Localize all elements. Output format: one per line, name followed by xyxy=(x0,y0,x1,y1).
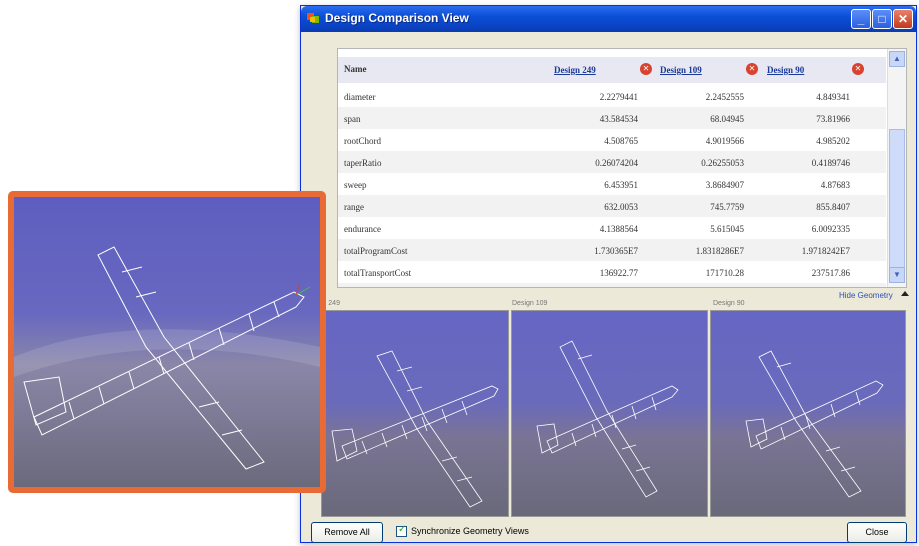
row-value: 2.2452555 xyxy=(705,92,744,102)
table-row: totalMissionCost27595.9433377.5435810.73… xyxy=(338,283,886,287)
table-row: taperRatio 0.26074204 0.26255053 0.4189746 xyxy=(338,151,886,173)
row-name: totalTransportCost xyxy=(344,268,412,278)
row-name: span xyxy=(344,114,361,124)
minimize-button[interactable]: _ xyxy=(851,9,871,29)
row-value: 745.7759 xyxy=(710,202,744,212)
scroll-up-icon[interactable]: ▲ xyxy=(889,51,905,67)
row-value: 0.26255053 xyxy=(701,158,744,168)
row-name: totalProgramCost xyxy=(344,246,408,256)
maximize-button[interactable]: □ xyxy=(872,9,892,29)
row-name: range xyxy=(344,202,364,212)
table-row: sweep 6.453951 3.8684907 4.87683 xyxy=(338,173,886,195)
viewport-label-design-90: Design 90 xyxy=(713,300,745,307)
aircraft-wireframe-icon xyxy=(14,246,320,470)
geometry-view-design-249[interactable] xyxy=(321,310,509,517)
row-value: 237517.86 xyxy=(811,268,850,278)
collapse-arrow-icon[interactable] xyxy=(901,291,909,296)
row-value: 5.615045 xyxy=(710,224,744,234)
row-name: diameter xyxy=(344,92,376,102)
row-value: 4.985202 xyxy=(816,136,850,146)
row-value: 4.87683 xyxy=(820,180,850,190)
maximize-icon: □ xyxy=(878,12,886,26)
table-row: range 632.0053 745.7759 855.8407 xyxy=(338,195,886,217)
row-value: 0.26074204 xyxy=(595,158,638,168)
table-scrollbar[interactable]: ▲ ▼ xyxy=(887,49,906,287)
table-row: diameter 2.2279441 2.2452555 4.849341 xyxy=(338,85,886,107)
row-value: 1.730365E7 xyxy=(594,246,638,256)
row-value: 73.81966 xyxy=(816,114,850,124)
row-name: endurance xyxy=(344,224,381,234)
design-90-column-header[interactable]: Design 90 xyxy=(767,65,804,75)
viewport-label-design-109: Design 109 xyxy=(512,300,548,307)
row-value: 68.04945 xyxy=(710,114,744,124)
synchronize-geometry-checkbox[interactable]: ✓ xyxy=(396,524,407,537)
table-row: endurance 4.1388564 5.615045 6.0092335 xyxy=(338,217,886,239)
app-icon xyxy=(307,13,319,23)
row-value: 632.0053 xyxy=(604,202,638,212)
scroll-down-icon[interactable]: ▼ xyxy=(889,267,905,283)
row-name: rootChord xyxy=(344,136,381,146)
design-249-column-header[interactable]: Design 249 xyxy=(554,65,596,75)
table-row: span 43.584534 68.04945 73.81966 xyxy=(338,107,886,129)
row-value: 171710.28 xyxy=(705,268,744,278)
row-value: 4.1388564 xyxy=(599,224,638,234)
table-row: rootChord 4.508765 4.9019566 4.985202 xyxy=(338,129,886,151)
remove-all-button[interactable]: Remove All xyxy=(311,522,383,543)
aircraft-wireframe-icon xyxy=(536,340,679,498)
row-name: taperRatio xyxy=(344,158,382,168)
remove-design-249-icon[interactable]: ✕ xyxy=(640,63,652,75)
synchronize-geometry-label: Synchronize Geometry Views xyxy=(411,526,529,536)
close-icon: ✕ xyxy=(897,12,909,26)
remove-design-109-icon[interactable]: ✕ xyxy=(746,63,758,75)
scrollbar-thumb[interactable] xyxy=(889,129,905,279)
row-value: 4.849341 xyxy=(816,92,850,102)
table-row: totalProgramCost 1.730365E7 1.8318286E7 1.9… xyxy=(338,239,886,261)
row-value: 855.8407 xyxy=(816,202,850,212)
row-value: 1.8318286E7 xyxy=(695,246,744,256)
table-header-row: Name Design 249 ✕ Design 109 ✕ Design 90… xyxy=(338,57,886,83)
geometry-view-design-109[interactable] xyxy=(511,310,708,517)
geometry-view-design-90[interactable] xyxy=(710,310,906,517)
row-value: 3.8684907 xyxy=(705,180,744,190)
checkmark-icon: ✓ xyxy=(398,524,407,535)
design-comparison-window: Design Comparison View _ □ ✕ Name Design… xyxy=(300,5,917,543)
table-row: totalTransportCost 136922.77 171710.28 2375… xyxy=(338,261,886,283)
aircraft-wireframe-icon xyxy=(745,350,884,498)
design-109-column-header[interactable]: Design 109 xyxy=(660,65,702,75)
row-value: 0.4189746 xyxy=(811,158,850,168)
row-value: 2.2279441 xyxy=(599,92,638,102)
row-value: 43.584534 xyxy=(599,114,638,124)
title-bar[interactable]: Design Comparison View _ □ ✕ xyxy=(301,6,916,32)
hide-geometry-link[interactable]: Hide Geometry xyxy=(839,291,893,300)
row-value: 4.508765 xyxy=(604,136,638,146)
enlarged-geometry-view xyxy=(14,197,320,487)
row-value: 6.453951 xyxy=(604,180,638,190)
row-value: 1.9718242E7 xyxy=(801,246,850,256)
window-title: Design Comparison View xyxy=(325,11,469,25)
comparison-table-panel: Name Design 249 ✕ Design 109 ✕ Design 90… xyxy=(337,48,907,288)
close-button[interactable]: Close xyxy=(847,522,907,543)
row-name: sweep xyxy=(344,180,367,190)
row-value: 4.9019566 xyxy=(705,136,744,146)
aircraft-wireframe-icon xyxy=(331,350,499,508)
row-value: 6.0092335 xyxy=(811,224,850,234)
comparison-table: Name Design 249 ✕ Design 109 ✕ Design 90… xyxy=(338,49,886,287)
name-column-header: Name xyxy=(344,64,367,74)
close-window-button[interactable]: ✕ xyxy=(893,9,913,29)
minimize-icon: _ xyxy=(857,12,865,26)
remove-design-90-icon[interactable]: ✕ xyxy=(852,63,864,75)
enlarged-geometry-inset xyxy=(8,191,326,493)
row-value: 136922.77 xyxy=(599,268,638,278)
